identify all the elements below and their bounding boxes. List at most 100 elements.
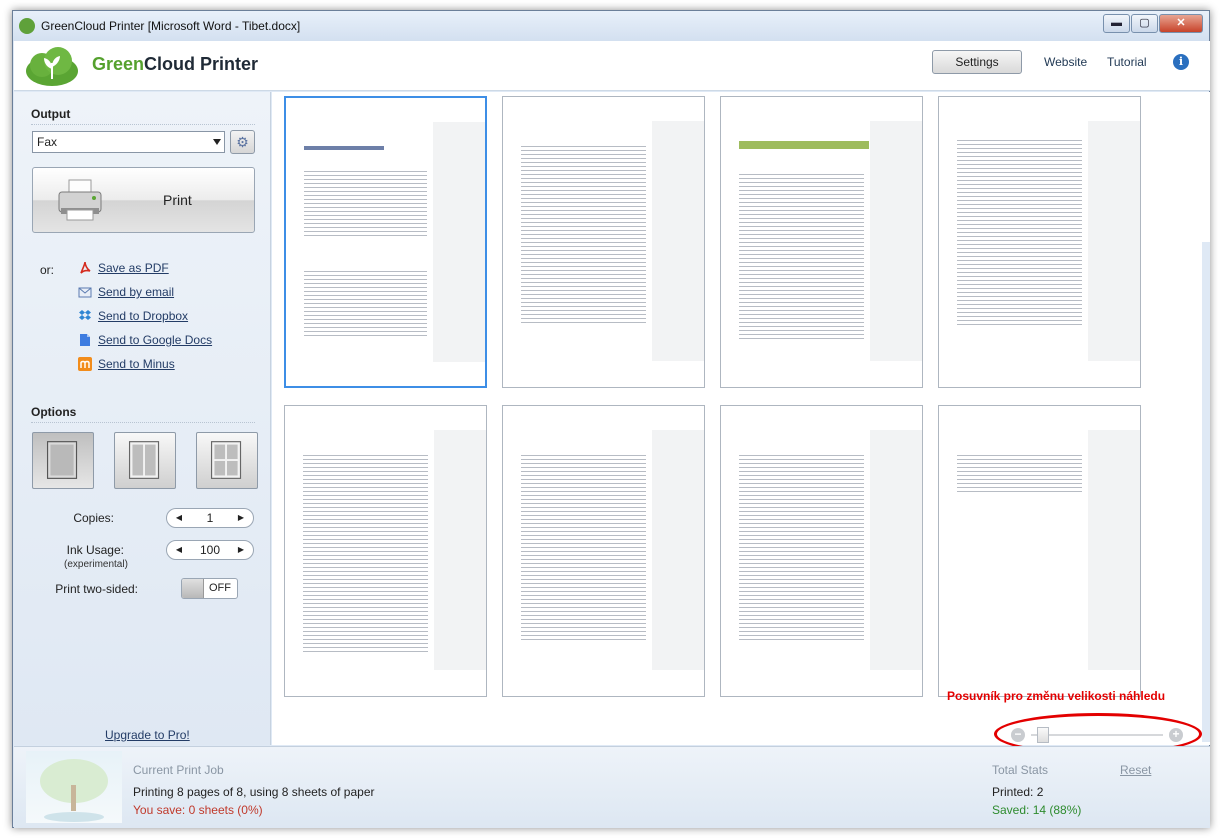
send-to-google-docs-label: Send to Google Docs xyxy=(98,333,213,347)
app-window: GreenCloud Printer [Microsoft Word - Tib… xyxy=(12,10,1210,828)
printer-select-value: Fax xyxy=(37,135,58,149)
layout-two-per-page-button[interactable] xyxy=(114,432,176,489)
page-heading xyxy=(304,146,384,150)
greencloud-logo-icon xyxy=(26,47,78,86)
increment-arrow-icon[interactable]: ▶ xyxy=(233,509,249,527)
preview-area xyxy=(272,92,1210,745)
four-page-layout-icon xyxy=(210,441,242,479)
page-thumbnail-8[interactable] xyxy=(938,405,1141,697)
print-button[interactable]: Print xyxy=(32,167,255,233)
page-thumbnail-2[interactable] xyxy=(502,96,705,388)
brand-title: GreenCloud Printer xyxy=(92,54,258,75)
page-text-lines xyxy=(739,452,864,642)
current-job-savings: You save: 0 sheets (0%) xyxy=(133,803,263,817)
two-page-layout-icon xyxy=(128,441,160,479)
page-thumbnail-5[interactable] xyxy=(284,405,487,697)
layout-one-per-page-button[interactable] xyxy=(32,432,94,489)
two-sided-toggle[interactable]: OFF xyxy=(181,578,238,599)
dropbox-icon xyxy=(79,310,91,320)
decrement-arrow-icon[interactable]: ◀ xyxy=(171,541,187,559)
zoom-out-icon[interactable]: − xyxy=(1011,728,1025,742)
minimize-button[interactable]: ▬ xyxy=(1103,14,1130,33)
printer-select[interactable]: Fax xyxy=(32,131,225,153)
zoom-in-icon[interactable]: + xyxy=(1169,728,1183,742)
pdf-icon xyxy=(80,261,91,274)
saved-count: Saved: 14 (88%) xyxy=(992,803,1082,817)
two-sided-value: OFF xyxy=(209,582,231,594)
zoom-slider-annotation: Posuvník pro změnu velikosti náhledu xyxy=(947,689,1166,703)
increment-arrow-icon[interactable]: ▶ xyxy=(233,541,249,559)
preview-edge xyxy=(1202,242,1210,742)
page-comment-margin xyxy=(1088,430,1140,670)
send-to-minus-label: Send to Minus xyxy=(98,357,175,371)
reset-stats-link[interactable]: Reset xyxy=(1120,763,1151,777)
send-to-dropbox-label: Send to Dropbox xyxy=(98,309,189,323)
printer-settings-button[interactable]: ⚙ xyxy=(230,130,255,154)
page-text-lines xyxy=(304,168,427,238)
current-job-title: Current Print Job xyxy=(133,763,224,777)
minus-icon xyxy=(78,357,92,371)
page-text-lines xyxy=(521,143,646,323)
tutorial-link[interactable]: Tutorial xyxy=(1107,55,1147,69)
or-label: or: xyxy=(40,263,55,277)
copies-label: Copies: xyxy=(73,511,114,525)
window-controls: ▬ ▢ ✕ xyxy=(1102,14,1203,33)
ink-usage-value[interactable]: 100 xyxy=(187,543,233,557)
page-text-lines xyxy=(739,171,864,341)
info-icon[interactable]: i xyxy=(1173,54,1189,70)
decrement-arrow-icon[interactable]: ◀ xyxy=(171,509,187,527)
one-page-layout-icon xyxy=(46,441,78,479)
two-sided-label: Print two-sided: xyxy=(55,582,138,596)
preview-zoom-slider[interactable]: − + xyxy=(1011,727,1183,743)
brand-title-rest: Cloud Printer xyxy=(144,54,259,74)
page-text-lines xyxy=(304,268,427,338)
page-comment-margin xyxy=(1088,121,1140,361)
options-section-title: Options xyxy=(31,405,77,419)
upgrade-to-pro-link[interactable]: Upgrade to Pro! xyxy=(105,728,190,742)
output-section-title: Output xyxy=(31,107,71,121)
close-button[interactable]: ✕ xyxy=(1159,14,1203,33)
window-title: GreenCloud Printer [Microsoft Word - Tib… xyxy=(41,19,301,33)
page-thumbnail-6[interactable] xyxy=(502,405,705,697)
page-text-lines xyxy=(957,137,1082,327)
status-bar: Current Print Job Printing 8 pages of 8,… xyxy=(14,746,1210,828)
app-icon xyxy=(19,18,35,34)
print-button-label: Print xyxy=(163,192,192,208)
copies-stepper[interactable]: ◀ 1 ▶ xyxy=(166,508,254,528)
zoom-thumb[interactable] xyxy=(1037,727,1049,743)
title-bar: GreenCloud Printer [Microsoft Word - Tib… xyxy=(13,11,1209,41)
website-link[interactable]: Website xyxy=(1044,55,1087,69)
maximize-button[interactable]: ▢ xyxy=(1131,14,1158,33)
page-text-lines xyxy=(521,452,646,642)
ink-usage-label: Ink Usage: xyxy=(66,543,124,557)
page-comment-margin xyxy=(652,430,704,670)
printer-icon xyxy=(58,179,102,221)
sidebar: Output Fax ⚙ Print or: Save as PDF Send … xyxy=(14,92,271,745)
printed-count: Printed: 2 xyxy=(992,785,1044,799)
brand-title-green: Green xyxy=(92,54,145,74)
chevron-down-icon xyxy=(213,139,221,145)
page-text-lines xyxy=(303,452,428,652)
total-stats-title: Total Stats xyxy=(992,763,1049,777)
page-comment-margin xyxy=(870,121,922,361)
google-docs-icon xyxy=(80,334,90,346)
page-table-header xyxy=(739,141,869,149)
output-divider xyxy=(31,124,255,125)
tree-illustration-icon xyxy=(26,751,122,823)
page-comment-margin xyxy=(652,121,704,361)
page-comment-margin xyxy=(433,122,485,362)
page-text-lines xyxy=(957,452,1082,492)
layout-four-per-page-button[interactable] xyxy=(196,432,258,489)
page-thumbnail-4[interactable] xyxy=(938,96,1141,388)
app-header: GreenCloud Printer Settings Website Tuto… xyxy=(14,41,1210,91)
settings-button[interactable]: Settings xyxy=(932,50,1022,74)
page-thumbnail-1[interactable] xyxy=(284,96,487,388)
gear-icon: ⚙ xyxy=(236,134,249,150)
copies-value[interactable]: 1 xyxy=(187,511,233,525)
page-thumbnail-7[interactable] xyxy=(720,405,923,697)
options-divider xyxy=(31,422,255,423)
zoom-track[interactable] xyxy=(1031,734,1163,736)
save-as-pdf-label: Save as PDF xyxy=(98,261,169,275)
ink-usage-stepper[interactable]: ◀ 100 ▶ xyxy=(166,540,254,560)
page-thumbnail-3[interactable] xyxy=(720,96,923,388)
